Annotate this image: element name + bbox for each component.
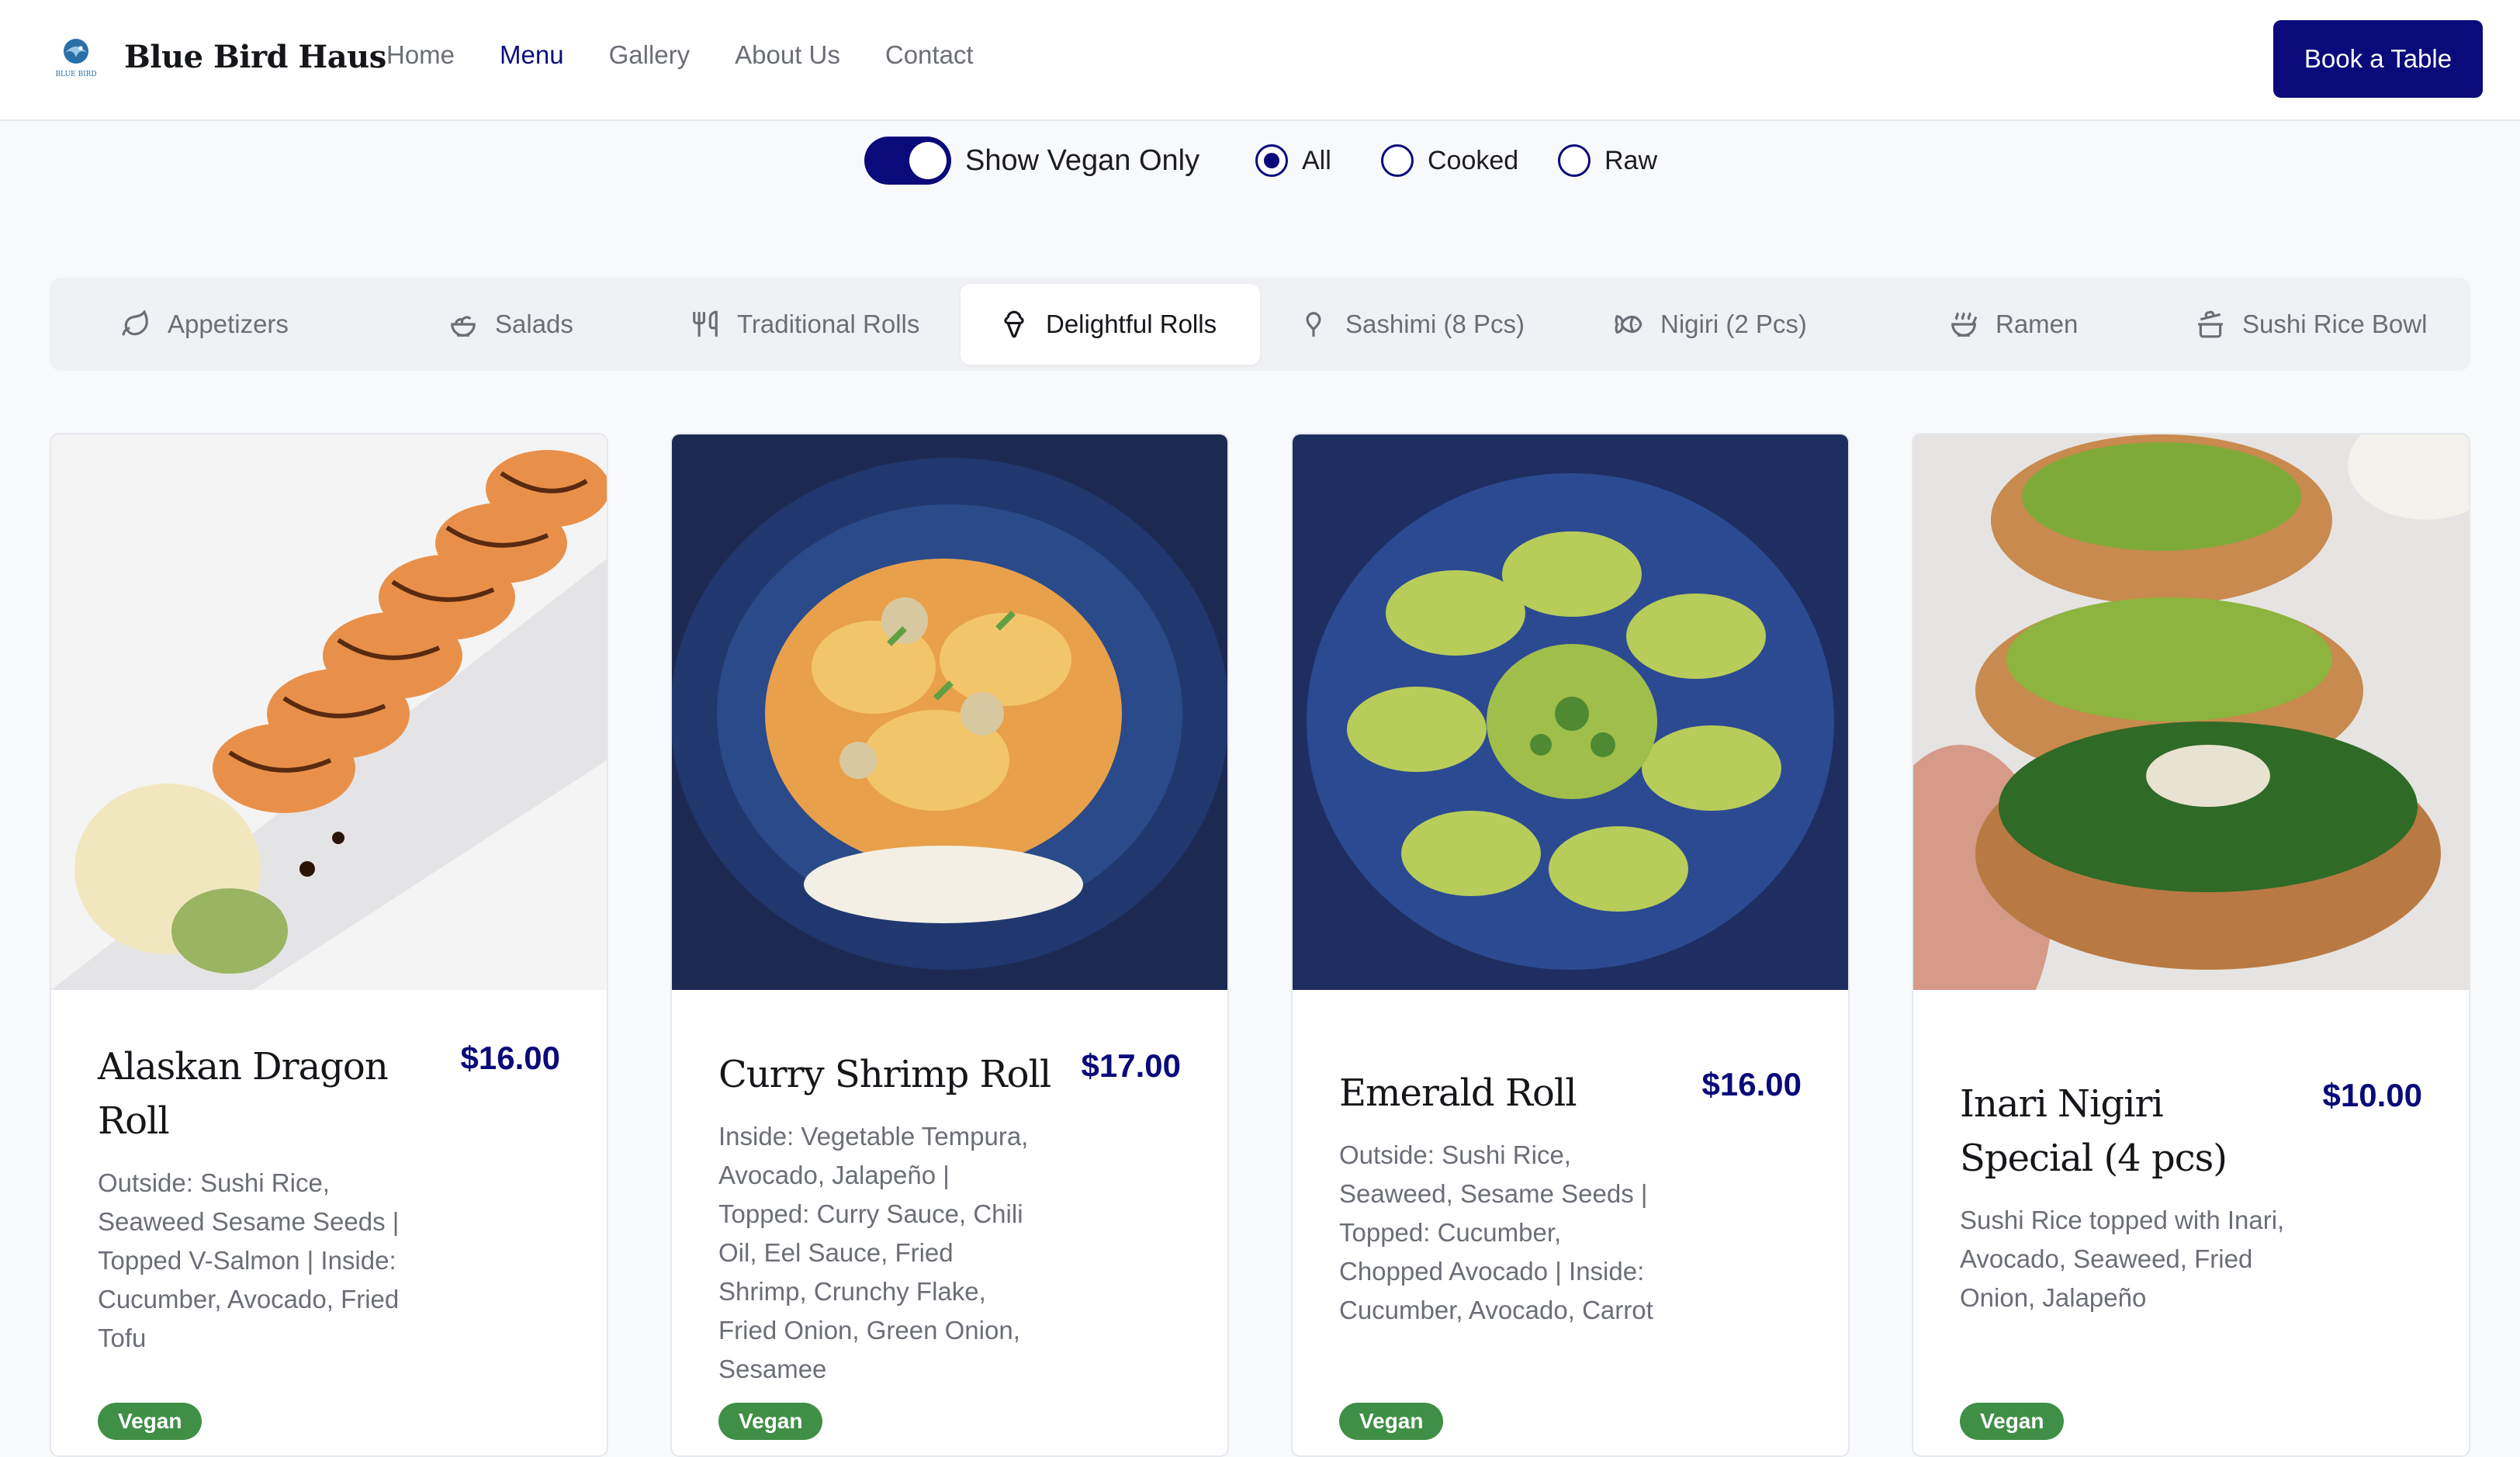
dish-description: Outside: Sushi Rice, Seaweed Sesame Seed… xyxy=(98,1168,400,1352)
radio-cooked-indicator xyxy=(1381,144,1414,177)
nav-contact[interactable]: Contact xyxy=(885,40,974,70)
dish-name: Inari Nigiri Special (4 pcs) xyxy=(1960,1082,2228,1180)
menu-filters: Show Vegan Only All Cooked Raw xyxy=(863,133,1716,189)
soup-icon xyxy=(1951,312,1978,337)
card-body: Curry Shrimp Roll $17.00 Inside: Vegetab… xyxy=(718,1040,1181,1389)
dish-price: $17.00 xyxy=(1081,1047,1181,1084)
book-table-button[interactable]: Book a Table xyxy=(2273,20,2483,98)
tab-delightful-rolls[interactable]: Delightful Rolls xyxy=(961,284,1260,365)
utensils-icon xyxy=(693,310,718,337)
inari-nigiri-special-photo xyxy=(1913,434,2469,990)
dish-name: Curry Shrimp Roll xyxy=(718,1053,1051,1096)
toggle-knob xyxy=(909,142,947,179)
emerald-roll-photo xyxy=(1293,434,1848,990)
site-header: BLUE BIRD Blue Bird Haus Home Menu Galle… xyxy=(0,0,2520,121)
vegan-badge: Vegan xyxy=(1960,1403,2065,1440)
radio-all-label: All xyxy=(1302,145,1331,175)
card-body: Emerald Roll $16.00 Outside: Sushi Rice,… xyxy=(1339,1040,1802,1330)
tab-sushi-rice-bowl[interactable]: Sushi Rice Bowl xyxy=(2196,284,2427,365)
dish-price: $16.00 xyxy=(1701,1066,1802,1102)
radio-all[interactable]: All xyxy=(1255,144,1331,177)
brand-name[interactable]: Blue Bird Haus xyxy=(124,39,386,75)
nav-gallery[interactable]: Gallery xyxy=(609,40,691,70)
vegan-only-label: Show Vegan Only xyxy=(965,144,1200,177)
tab-sashimi-label: Sashimi (8 Pcs) xyxy=(1345,310,1525,338)
tab-ramen-label: Ramen xyxy=(1996,310,2079,338)
radio-raw[interactable]: Raw xyxy=(1558,144,1657,177)
popsicle-icon xyxy=(1306,312,1321,337)
blue-bird-logo-icon[interactable]: BLUE BIRD xyxy=(48,36,104,79)
vegan-badge: Vegan xyxy=(1339,1403,1444,1440)
nav-about-us[interactable]: About Us xyxy=(735,40,840,70)
tab-nigiri[interactable]: Nigiri (2 Pcs) xyxy=(1614,284,1807,365)
menu-card[interactable]: Alaskan Dragon Roll $16.00 Outside: Sush… xyxy=(50,433,608,1457)
category-tabs: Appetizers Salads Traditional Rolls Deli… xyxy=(50,278,2470,371)
dish-price: $16.00 xyxy=(460,1040,560,1076)
dish-description: Inside: Vegetable Tempura, Avocado, Jala… xyxy=(718,1122,1029,1383)
menu-card[interactable]: Emerald Roll $16.00 Outside: Sushi Rice,… xyxy=(1291,433,1850,1457)
tab-sashimi[interactable]: Sashimi (8 Pcs) xyxy=(1299,284,1525,365)
vegan-badge: Vegan xyxy=(98,1403,202,1440)
menu-card[interactable]: Curry Shrimp Roll $17.00 Inside: Vegetab… xyxy=(670,433,1229,1457)
menu-card[interactable]: Inari Nigiri Special (4 pcs) $10.00 Sush… xyxy=(1912,433,2470,1457)
radio-raw-label: Raw xyxy=(1604,145,1658,175)
radio-cooked-label: Cooked xyxy=(1428,145,1519,175)
radio-raw-indicator xyxy=(1558,144,1591,177)
tab-traditional-rolls-label: Traditional Rolls xyxy=(737,310,920,338)
tab-salads-label: Salads xyxy=(495,310,573,338)
dish-description: Sushi Rice topped with Inari, Avocado, S… xyxy=(1960,1206,2285,1312)
vegan-only-toggle[interactable] xyxy=(864,137,951,185)
tab-appetizers[interactable]: Appetizers xyxy=(121,284,289,365)
card-body: Inari Nigiri Special (4 pcs) $10.00 Sush… xyxy=(1960,1040,2422,1317)
dish-name: Alaskan Dragon Roll xyxy=(98,1045,389,1143)
leaf-icon xyxy=(122,310,148,336)
tab-delightful-rolls-label: Delightful Rolls xyxy=(1046,310,1217,338)
radio-all-indicator xyxy=(1255,144,1288,177)
dish-name: Emerald Roll xyxy=(1339,1071,1577,1115)
alaskan-dragon-roll-photo xyxy=(51,434,607,990)
dish-description: Outside: Sushi Rice, Seaweed, Sesame See… xyxy=(1339,1140,1653,1324)
nav-menu[interactable]: Menu xyxy=(500,40,564,70)
tab-salads[interactable]: Salads xyxy=(448,284,573,365)
fish-icon xyxy=(1615,314,1642,334)
vegan-badge: Vegan xyxy=(718,1403,823,1440)
dish-price: $10.00 xyxy=(2322,1077,2422,1113)
logo-caption: BLUE BIRD xyxy=(55,71,96,78)
card-body: Alaskan Dragon Roll $16.00 Outside: Sush… xyxy=(98,1040,560,1358)
nav-home[interactable]: Home xyxy=(386,40,455,70)
tab-ramen[interactable]: Ramen xyxy=(1949,284,2078,365)
cooking-pot-icon xyxy=(2198,310,2223,338)
curry-shrimp-roll-photo xyxy=(672,434,1227,990)
main-nav: Home Menu Gallery About Us Contact xyxy=(386,40,1019,70)
salad-icon xyxy=(451,316,476,337)
radio-cooked[interactable]: Cooked xyxy=(1381,144,1518,177)
tab-traditional-rolls[interactable]: Traditional Rolls xyxy=(691,284,919,365)
ice-cream-icon xyxy=(1004,310,1024,338)
tab-nigiri-label: Nigiri (2 Pcs) xyxy=(1660,310,1807,338)
tab-sushi-rice-bowl-label: Sushi Rice Bowl xyxy=(2242,310,2428,338)
tab-appetizers-label: Appetizers xyxy=(168,310,289,338)
